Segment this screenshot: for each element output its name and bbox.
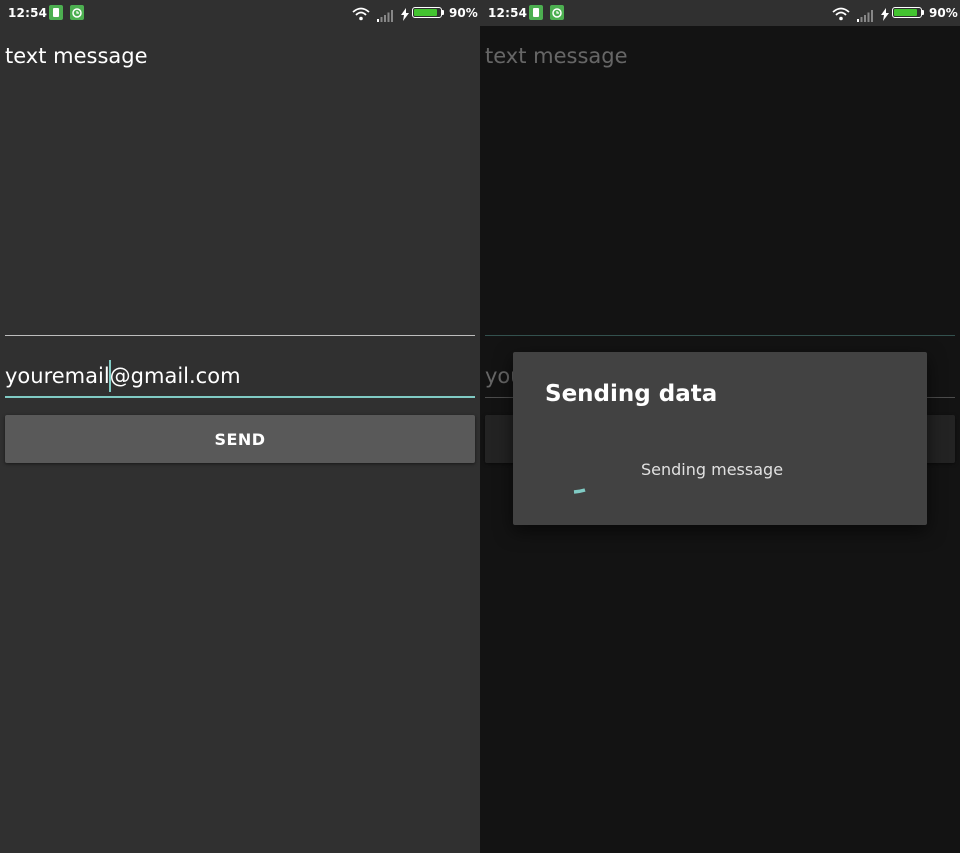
alarm-app-icon — [70, 5, 84, 20]
message-input[interactable]: text message — [5, 40, 475, 336]
status-bar: 12:54 90% — [480, 0, 960, 26]
battery-icon — [412, 7, 442, 18]
charging-icon — [401, 6, 409, 25]
sim-card-icon — [529, 5, 543, 20]
charging-icon — [881, 6, 889, 25]
text-cursor — [109, 360, 111, 392]
progress-dialog: Sending data Sending message — [513, 352, 927, 525]
email-field-value: youremail@gmail.com — [5, 364, 241, 388]
wifi-icon — [832, 6, 850, 25]
wifi-icon — [352, 6, 370, 25]
battery-icon — [892, 7, 922, 18]
loading-spinner-icon — [570, 469, 600, 499]
status-bar: 12:54 90% — [0, 0, 480, 26]
battery-percent: 90% — [929, 6, 958, 20]
screen-sending: 12:54 90% text message youremail@gmail.c… — [480, 0, 960, 853]
message-input-value: text message — [5, 44, 148, 68]
email-field[interactable]: youremail@gmail.com — [5, 358, 475, 398]
signal-icon — [857, 7, 873, 26]
signal-icon — [377, 7, 393, 26]
send-button[interactable]: SEND — [5, 415, 475, 463]
battery-level — [414, 9, 438, 16]
status-time: 12:54 — [8, 6, 48, 20]
battery-level — [894, 9, 918, 16]
screen-compose: 12:54 90% text message youremail@gmail.c… — [0, 0, 480, 853]
battery-tip — [922, 10, 924, 15]
battery-tip — [442, 10, 444, 15]
sim-card-icon — [49, 5, 63, 20]
battery-percent: 90% — [449, 6, 478, 20]
dialog-title: Sending data — [545, 381, 718, 407]
status-time: 12:54 — [488, 6, 528, 20]
dialog-message: Sending message — [641, 460, 784, 479]
alarm-app-icon — [550, 5, 564, 20]
